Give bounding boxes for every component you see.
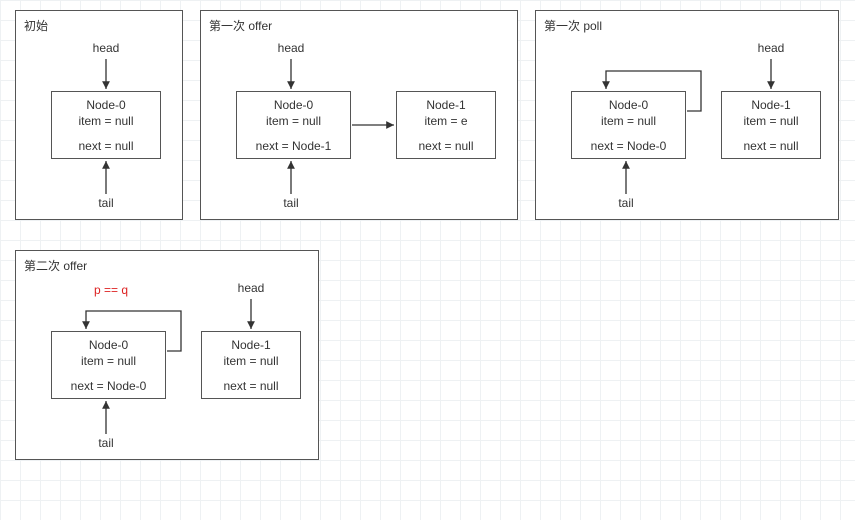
node-0-item: item = null (56, 114, 156, 130)
node-1: Node-1 item = null next = null (201, 331, 301, 399)
panel-offer-2: 第二次 offer p == q head Node-0 item = null… (15, 250, 319, 460)
panel-poll-1-title: 第一次 poll (544, 17, 602, 34)
label-head: head (271, 41, 311, 55)
node-1-next: next = null (401, 139, 491, 155)
node-1-next: next = null (206, 379, 296, 395)
panel-offer-1-title: 第一次 offer (209, 17, 272, 34)
label-head: head (86, 41, 126, 55)
node-0: Node-0 item = null next = Node-0 (571, 91, 686, 159)
node-0: Node-0 item = null next = Node-1 (236, 91, 351, 159)
node-0-title: Node-0 (241, 98, 346, 114)
node-0-title: Node-0 (576, 98, 681, 114)
node-0: Node-0 item = null next = null (51, 91, 161, 159)
label-head: head (231, 281, 271, 295)
node-0-next: next = null (56, 139, 156, 155)
label-tail: tail (86, 436, 126, 450)
node-0-next: next = Node-0 (56, 379, 161, 395)
node-0-title: Node-0 (56, 338, 161, 354)
node-1-item: item = null (206, 354, 296, 370)
label-pq: p == q (81, 283, 141, 297)
label-tail: tail (271, 196, 311, 210)
panel-poll-1: 第一次 poll head Node-0 item = null next = … (535, 10, 839, 220)
node-1: Node-1 item = e next = null (396, 91, 496, 159)
node-0-next: next = Node-1 (241, 139, 346, 155)
node-1-title: Node-1 (726, 98, 816, 114)
node-0-item: item = null (241, 114, 346, 130)
node-1-item: item = null (726, 114, 816, 130)
node-0: Node-0 item = null next = Node-0 (51, 331, 166, 399)
label-tail: tail (86, 196, 126, 210)
label-tail: tail (606, 196, 646, 210)
node-0-next: next = Node-0 (576, 139, 681, 155)
node-0-item: item = null (56, 354, 161, 370)
node-1-item: item = e (401, 114, 491, 130)
panel-initial: 初始 head Node-0 item = null next = null t… (15, 10, 183, 220)
node-1-title: Node-1 (401, 98, 491, 114)
node-1-next: next = null (726, 139, 816, 155)
panel-initial-title: 初始 (24, 17, 48, 34)
node-1: Node-1 item = null next = null (721, 91, 821, 159)
node-1-title: Node-1 (206, 338, 296, 354)
node-0-item: item = null (576, 114, 681, 130)
node-0-title: Node-0 (56, 98, 156, 114)
panel-offer-2-title: 第二次 offer (24, 257, 87, 274)
label-head: head (751, 41, 791, 55)
panel-offer-1: 第一次 offer head Node-0 item = null next =… (200, 10, 518, 220)
